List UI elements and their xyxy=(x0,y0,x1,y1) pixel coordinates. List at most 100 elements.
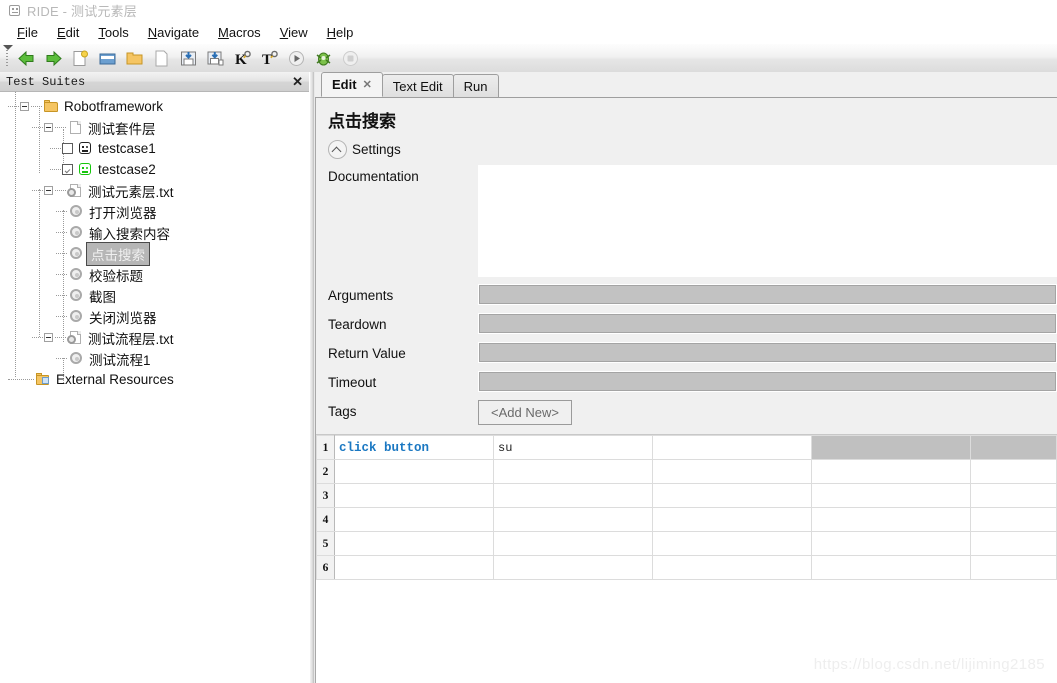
tree-node-flow-layer-file[interactable]: 测试流程层.txt xyxy=(0,327,309,348)
stop-icon[interactable] xyxy=(338,46,363,70)
grid-cell[interactable] xyxy=(334,483,494,508)
chevron-up-icon[interactable] xyxy=(328,140,347,159)
grid-cell[interactable] xyxy=(652,435,812,460)
grid-cell[interactable]: su xyxy=(493,435,653,460)
debug-icon[interactable] xyxy=(311,46,336,70)
tree-node-verify-title[interactable]: 校验标题 xyxy=(0,264,309,285)
return-value-input[interactable] xyxy=(478,342,1057,363)
add-new-tag-button[interactable]: <Add New> xyxy=(478,400,572,425)
tab-edit[interactable]: Edit ✕ xyxy=(321,72,383,97)
grid-cell[interactable] xyxy=(652,483,812,508)
collapse-toggle-icon[interactable] xyxy=(44,186,53,195)
tree-node-close-browser[interactable]: 关闭浏览器 xyxy=(0,306,309,327)
grid-cell[interactable] xyxy=(652,531,812,556)
menu-macros[interactable]: Macros xyxy=(209,23,270,42)
testcase1-checkbox[interactable] xyxy=(62,143,73,154)
back-icon[interactable] xyxy=(14,46,39,70)
grid-cell[interactable] xyxy=(493,483,653,508)
table-row[interactable]: 2 xyxy=(316,459,1057,484)
grid-cell[interactable] xyxy=(334,459,494,484)
new-project-icon[interactable] xyxy=(68,46,93,70)
timeout-input[interactable] xyxy=(478,371,1057,392)
grid-cell[interactable] xyxy=(493,555,653,580)
table-row[interactable]: 3 xyxy=(316,483,1057,508)
run-icon[interactable] xyxy=(284,46,309,70)
collapse-toggle-icon[interactable] xyxy=(44,333,53,342)
grid-cell[interactable] xyxy=(334,555,494,580)
app-robot-icon xyxy=(8,4,21,17)
grid-cell[interactable] xyxy=(970,507,1057,532)
tree-connector xyxy=(56,294,67,297)
table-row[interactable]: 4 xyxy=(316,507,1057,532)
testcase2-checkbox[interactable] xyxy=(62,164,73,175)
grid-cell[interactable] xyxy=(811,459,971,484)
save-icon[interactable] xyxy=(176,46,201,70)
search-keyword-icon[interactable]: K xyxy=(230,46,255,70)
gear-icon xyxy=(68,225,84,240)
grid-cell[interactable] xyxy=(970,435,1057,460)
settings-form: Documentation Arguments Teardown Return … xyxy=(316,165,1057,425)
open-folder-icon[interactable] xyxy=(95,46,120,70)
grid-cell[interactable] xyxy=(652,459,812,484)
folder-icon[interactable] xyxy=(122,46,147,70)
grid-cell[interactable] xyxy=(970,531,1057,556)
arguments-field-wrap xyxy=(478,284,1057,313)
search-tests-icon[interactable]: T xyxy=(257,46,282,70)
tree-node-flow1[interactable]: 测试流程1 xyxy=(0,348,309,369)
menu-file[interactable]: File xyxy=(8,23,47,42)
grid-cell[interactable] xyxy=(811,555,971,580)
tree-node-click-search[interactable]: 点击搜索 xyxy=(0,241,309,266)
save-all-icon[interactable] xyxy=(203,46,228,70)
documentation-input[interactable] xyxy=(478,165,1057,277)
tab-run[interactable]: Run xyxy=(452,74,499,97)
menu-edit[interactable]: Edit xyxy=(48,23,88,42)
new-file-icon[interactable] xyxy=(149,46,174,70)
menu-navigate[interactable]: Navigate xyxy=(139,23,208,42)
table-row[interactable]: 5 xyxy=(316,531,1057,556)
grid-cell[interactable] xyxy=(970,483,1057,508)
test-suites-tree[interactable]: Robotframework 测试套件层 testcase1 testcase2… xyxy=(0,92,309,683)
tree-node-external-resources[interactable]: External Resources xyxy=(0,369,309,390)
grid-cell[interactable] xyxy=(493,459,653,484)
grid-cell[interactable]: click button xyxy=(334,435,494,460)
grid-cell[interactable] xyxy=(652,507,812,532)
grid-cell[interactable] xyxy=(493,531,653,556)
grid-cell[interactable] xyxy=(493,507,653,532)
grid-cell[interactable] xyxy=(811,531,971,556)
grid-cell[interactable] xyxy=(970,459,1057,484)
menu-help[interactable]: Help xyxy=(318,23,363,42)
table-row[interactable]: 6 xyxy=(316,555,1057,580)
tree-node-robotframework[interactable]: Robotframework xyxy=(0,96,309,117)
close-icon[interactable]: ✕ xyxy=(292,75,303,88)
tree-node-testcase2[interactable]: testcase2 xyxy=(0,159,309,180)
keyword-steps-grid[interactable]: 1 click button su 2 3 4 5 6 xyxy=(316,435,1057,580)
ride-application-window: RIDE - 测试元素层 File Edit Tools Navigate Ma… xyxy=(0,0,1057,683)
collapse-toggle-icon[interactable] xyxy=(20,102,29,111)
grid-cell[interactable] xyxy=(811,507,971,532)
grid-cell[interactable] xyxy=(811,435,971,460)
settings-section-header[interactable]: Settings xyxy=(316,139,1057,165)
tree-node-element-layer-file[interactable]: 测试元素层.txt xyxy=(0,180,309,201)
toolbar-grip[interactable] xyxy=(3,45,13,70)
grid-cell[interactable] xyxy=(652,555,812,580)
tree-node-screenshot[interactable]: 截图 xyxy=(0,285,309,306)
grid-cell[interactable] xyxy=(811,483,971,508)
tree-node-open-browser[interactable]: 打开浏览器 xyxy=(0,201,309,222)
arguments-input[interactable] xyxy=(478,284,1057,305)
menu-tools[interactable]: Tools xyxy=(89,23,137,42)
collapse-toggle-icon[interactable] xyxy=(44,123,53,132)
tree-node-input-search[interactable]: 输入搜索内容 xyxy=(0,222,309,243)
forward-icon[interactable] xyxy=(41,46,66,70)
grid-cell[interactable] xyxy=(334,507,494,532)
table-row[interactable]: 1 click button su xyxy=(316,435,1057,460)
tree-node-suite-layer[interactable]: 测试套件层 xyxy=(0,117,309,138)
teardown-input[interactable] xyxy=(478,313,1057,334)
tree-connector xyxy=(56,252,67,255)
tree-node-testcase1[interactable]: testcase1 xyxy=(0,138,309,159)
grid-cell[interactable] xyxy=(334,531,494,556)
menu-view[interactable]: View xyxy=(271,23,317,42)
grid-cell[interactable] xyxy=(970,555,1057,580)
tab-close-icon[interactable]: ✕ xyxy=(363,78,372,91)
menu-bar: File Edit Tools Navigate Macros View Hel… xyxy=(0,21,1057,44)
tab-text-edit[interactable]: Text Edit xyxy=(381,74,454,97)
